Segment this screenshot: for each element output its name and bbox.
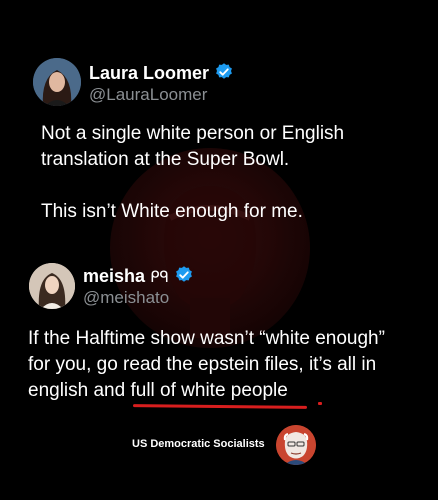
laura-handle[interactable]: @LauraLoomer (89, 85, 207, 105)
meisha-tweet-highlight: full of white people (130, 380, 288, 401)
laura-name[interactable]: Laura Loomer (89, 63, 209, 83)
meisha-avatar[interactable] (29, 263, 75, 309)
meisha-name[interactable]: meisha (83, 266, 145, 286)
dsa-logo (276, 425, 316, 465)
laura-name-row: Laura Loomer (89, 62, 234, 87)
meisha-name-suffix: ᑭᑫ (150, 269, 169, 286)
laura-avatar[interactable] (33, 58, 81, 106)
footer-label: US Democratic Socialists (132, 438, 265, 450)
meisha-tweet-text: If the Halftime show wasn’t “white enoug… (28, 326, 438, 404)
red-underline (132, 404, 308, 409)
meisha-tweet-line-3-start: english and (28, 380, 131, 401)
verified-badge-icon (214, 62, 234, 87)
laura-tweet-text: Not a single white person or English tra… (41, 121, 411, 225)
laura-tweet-paragraph-2: This isn’t White enough for me. (41, 201, 303, 222)
verified-badge-icon (174, 265, 194, 290)
laura-tweet-paragraph-1: Not a single white person or English tra… (41, 123, 345, 170)
meisha-name-row: meisha ᑭᑫ (83, 265, 194, 290)
red-underline-tick (318, 402, 322, 405)
meisha-handle[interactable]: @meishato (83, 288, 169, 308)
meisha-tweet-line-3: english and full of white people (28, 378, 438, 404)
meisha-tweet-line-1: If the Halftime show wasn’t “white enoug… (28, 328, 385, 349)
meisha-tweet-line-2: for you, go read the epstein files, it’s… (28, 354, 377, 375)
